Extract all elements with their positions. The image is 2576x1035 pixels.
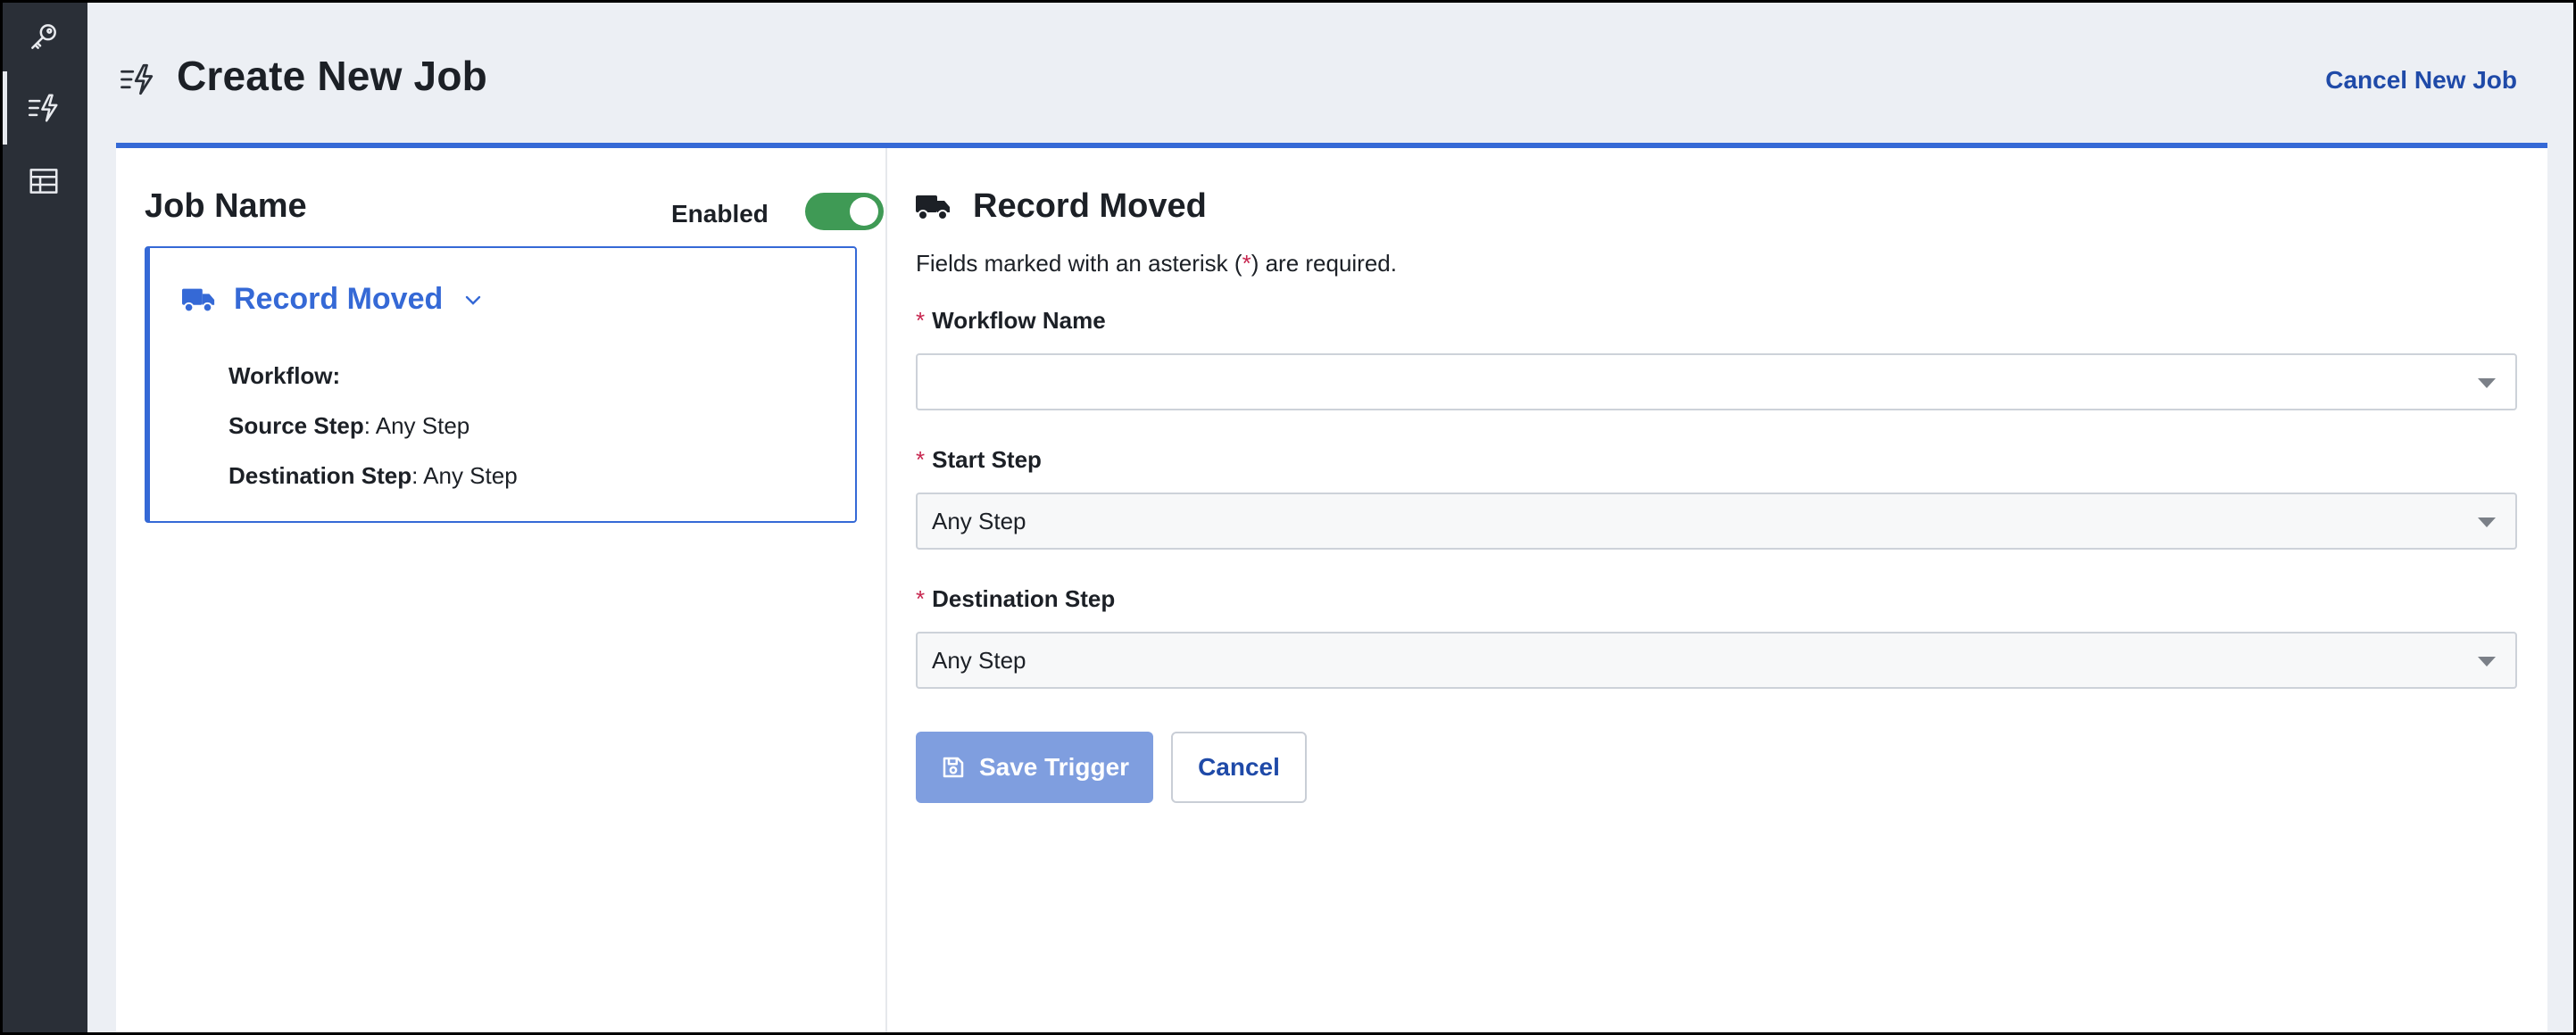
form-header: Record Moved: [916, 187, 1207, 226]
sidebar-item-tables[interactable]: [0, 145, 87, 218]
start-step-label: * Start Step: [916, 446, 1042, 473]
panel-divider: [885, 148, 887, 1035]
dropdown-arrow-icon: [2478, 657, 2496, 667]
trigger-card-header[interactable]: Record Moved: [182, 282, 484, 317]
truck-icon: [916, 195, 950, 220]
start-step-value: Any Step: [932, 507, 1026, 534]
destination-step-select[interactable]: Any Step: [916, 632, 2517, 689]
destination-step-value: Any Step: [932, 646, 1026, 674]
job-lightning-icon: [28, 94, 58, 122]
main-area: Create New Job Cancel New Job Job Name E…: [87, 0, 2576, 1035]
required-note: Fields marked with an asterisk (*) are r…: [916, 250, 1397, 277]
sidebar-item-jobs[interactable]: [0, 71, 87, 145]
enabled-label: Enabled: [671, 200, 769, 228]
key-icon: [31, 24, 56, 49]
trigger-detail-destination-step: Destination Step: Any Step: [229, 462, 518, 489]
save-trigger-button[interactable]: Save Trigger: [916, 732, 1153, 803]
chevron-down-icon[interactable]: [462, 289, 484, 310]
dropdown-arrow-icon: [2478, 518, 2496, 527]
job-lightning-icon: [120, 63, 154, 95]
table-icon: [29, 169, 58, 194]
job-editor-card: Job Name Enabled Record Moved Workflow: …: [116, 143, 2547, 1035]
sidebar-item-keys[interactable]: [0, 0, 87, 73]
workflow-name-label: * Workflow Name: [916, 307, 1106, 334]
start-step-select[interactable]: Any Step: [916, 493, 2517, 550]
trigger-card[interactable]: Record Moved Workflow: Source Step: Any …: [145, 246, 857, 523]
page-title: Create New Job: [177, 53, 487, 99]
dropdown-arrow-icon: [2478, 378, 2496, 388]
job-name-heading[interactable]: Job Name: [145, 187, 307, 226]
save-trigger-label: Save Trigger: [978, 753, 1130, 781]
workflow-name-select[interactable]: [916, 353, 2517, 410]
save-icon: [943, 757, 964, 778]
destination-step-label: * Destination Step: [916, 585, 1116, 612]
toggle-knob: [850, 197, 878, 226]
trigger-detail-workflow: Workflow:: [229, 362, 341, 389]
trigger-form: Record Moved Fields marked with an aster…: [916, 148, 2522, 1035]
cancel-button[interactable]: Cancel: [1171, 732, 1307, 803]
trigger-title: Record Moved: [234, 282, 444, 316]
enabled-toggle[interactable]: [805, 193, 884, 230]
trigger-detail-source-step: Source Step: Any Step: [229, 412, 470, 439]
form-title: Record Moved: [973, 187, 1207, 225]
cancel-new-job-link[interactable]: Cancel New Job: [2325, 66, 2517, 95]
truck-icon: [182, 288, 215, 312]
sidebar: [0, 0, 100, 1035]
